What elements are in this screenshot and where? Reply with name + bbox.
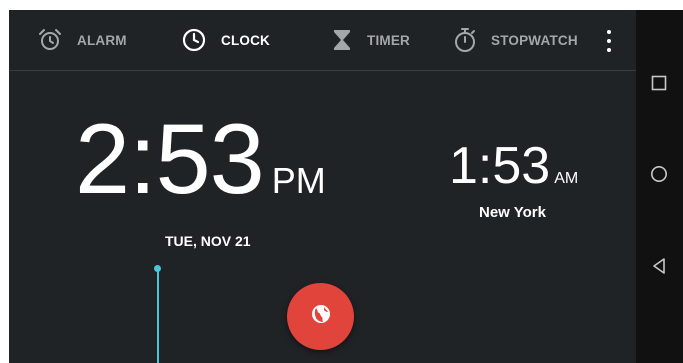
alarm-clock-icon [37, 27, 63, 53]
main-clock-date: TUE, NOV 21 [165, 233, 251, 249]
home-icon [650, 165, 668, 188]
clock-icon [181, 27, 207, 53]
world-clock-digits: 1:53 [449, 137, 551, 195]
tab-bar: ALARM CLOCK TIMER STOPWATCH [9, 10, 636, 71]
scroll-indicator-dot [154, 265, 161, 272]
tab-clock-label: CLOCK [221, 32, 270, 48]
main-clock-ampm: PM [271, 160, 326, 201]
tab-alarm-label: ALARM [77, 32, 127, 48]
tab-clock[interactable]: CLOCK [181, 10, 270, 70]
scroll-indicator-line [157, 268, 159, 363]
back-icon [651, 257, 667, 280]
home-button[interactable] [644, 161, 674, 191]
hourglass-icon [331, 28, 353, 52]
tab-stopwatch-label: STOPWATCH [491, 32, 578, 48]
recent-apps-icon [651, 75, 667, 96]
tab-timer[interactable]: TIMER [331, 10, 410, 70]
more-vert-icon[interactable] [601, 29, 617, 53]
recent-apps-button[interactable] [644, 70, 674, 100]
tab-alarm[interactable]: ALARM [37, 10, 127, 70]
tab-stopwatch[interactable]: STOPWATCH [453, 10, 578, 70]
main-clock-time: 2:53 PM [75, 109, 326, 209]
tab-timer-label: TIMER [367, 32, 410, 48]
system-navigation-bar [636, 10, 683, 363]
world-clock-ampm: AM [554, 170, 579, 187]
clock-app: ALARM CLOCK TIMER STOPWATCH 2:53 PM TUE,… [9, 10, 636, 363]
world-clock-city: New York [479, 204, 546, 221]
stopwatch-icon [453, 27, 477, 53]
globe-icon [309, 302, 333, 331]
world-clock-time: 1:53 AM [449, 138, 578, 194]
main-clock-digits: 2:53 [75, 103, 265, 214]
back-button[interactable] [644, 253, 674, 283]
world-clock-fab-button[interactable] [287, 283, 354, 350]
device-screen: ALARM CLOCK TIMER STOPWATCH 2:53 PM TUE,… [9, 10, 683, 363]
